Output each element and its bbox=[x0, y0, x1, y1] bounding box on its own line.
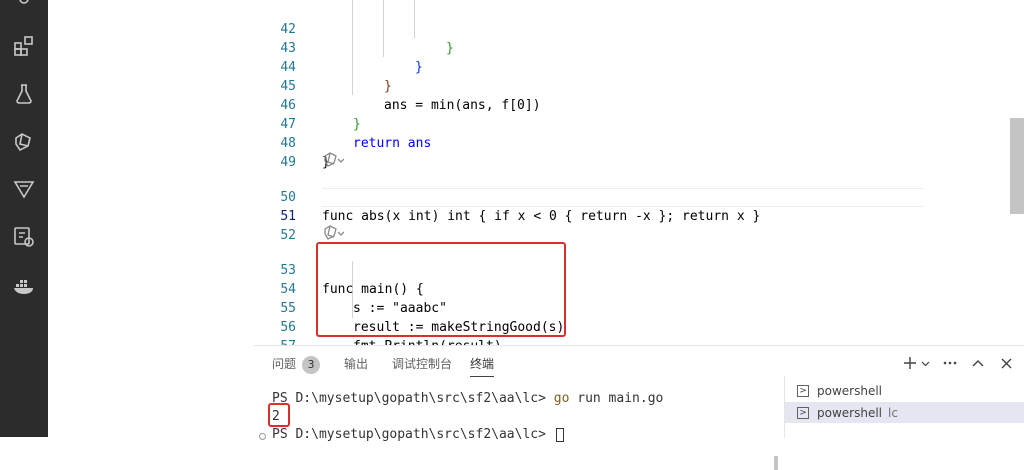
panel-actions bbox=[902, 354, 1014, 372]
editor-scrollbar[interactable] bbox=[1010, 118, 1024, 214]
terminal-prompt: PS D:\mysetup\gopath\src\sf2\aa\lc> bbox=[272, 391, 554, 406]
terminal-list-item[interactable]: > powershell lc bbox=[785, 402, 1024, 423]
code-line: 52 bbox=[254, 207, 934, 243]
main-func-highlight bbox=[316, 242, 566, 337]
code-line: 47 return ans bbox=[254, 96, 934, 151]
activity-bar bbox=[0, 0, 48, 437]
chevron-down-icon[interactable] bbox=[920, 354, 930, 372]
terminal-icon: > bbox=[797, 406, 809, 419]
extensions-icon[interactable] bbox=[10, 32, 38, 60]
terminal-line: PS D:\mysetup\gopath\src\sf2\aa\lc> bbox=[272, 426, 564, 444]
code-line: 42 } bbox=[254, 1, 934, 56]
maximize-icon[interactable] bbox=[970, 354, 986, 372]
code-line: 45 ans = min(ans, f[0]) bbox=[254, 58, 934, 113]
terminal[interactable]: PS D:\mysetup\gopath\src\sf2\aa\lc> go r… bbox=[254, 384, 780, 470]
more-icon[interactable] bbox=[942, 354, 958, 372]
code-line: 50 func abs(x int) int { if x < 0 { retu… bbox=[254, 169, 934, 224]
problems-count-badge: 3 bbox=[302, 356, 321, 374]
deploy-icon[interactable] bbox=[10, 175, 38, 203]
sidebar-area bbox=[48, 0, 254, 437]
tab-terminal[interactable]: 终端 bbox=[470, 354, 495, 377]
terminal-line: PS D:\mysetup\gopath\src\sf2\aa\lc> go r… bbox=[272, 390, 663, 408]
terminal-list: > powershell > powershell lc bbox=[784, 376, 1024, 438]
terminal-command-go: go bbox=[553, 391, 570, 406]
run-debug-icon[interactable] bbox=[322, 225, 344, 241]
close-icon[interactable] bbox=[998, 354, 1014, 372]
terminal-prompt: PS D:\mysetup\gopath\src\sf2\aa\lc> bbox=[272, 427, 554, 442]
debug-icon[interactable] bbox=[10, 0, 38, 14]
tab-problems[interactable]: 问题 3 bbox=[272, 354, 321, 376]
tab-problems-label: 问题 bbox=[272, 357, 297, 371]
output-highlight bbox=[268, 403, 290, 427]
code-line: 48 } bbox=[254, 115, 934, 170]
code-line: 51 bbox=[254, 188, 934, 224]
add-terminal-icon[interactable] bbox=[902, 354, 918, 372]
code-line: 46 } bbox=[254, 77, 934, 132]
testing-icon[interactable] bbox=[10, 80, 38, 108]
tab-debug-console[interactable]: 调试控制台 bbox=[392, 354, 452, 376]
terminal-scrollbar[interactable] bbox=[774, 456, 778, 470]
code-line: 44 } bbox=[254, 39, 934, 94]
remote-icon[interactable] bbox=[10, 128, 38, 156]
code-line: 43 } bbox=[254, 20, 934, 75]
docker-icon[interactable] bbox=[10, 272, 38, 300]
terminal-icon: > bbox=[797, 384, 809, 397]
line-number: 57 bbox=[254, 337, 296, 345]
run-debug-codelens[interactable] bbox=[322, 224, 344, 242]
terminal-name: powershell bbox=[817, 383, 882, 398]
remote-explorer-icon[interactable] bbox=[10, 223, 38, 251]
code-text: fmt.Println(result) bbox=[353, 337, 502, 345]
terminal-list-item[interactable]: > powershell bbox=[785, 380, 1024, 401]
bottom-panel: 问题 3 输出 调试控制台 终端 PS D:\mysetup\gopath\src… bbox=[254, 345, 1024, 470]
terminal-cursor bbox=[555, 427, 564, 442]
tab-output[interactable]: 输出 bbox=[344, 354, 368, 376]
terminal-command-args: run main.go bbox=[569, 391, 664, 406]
run-debug-icon[interactable] bbox=[322, 152, 344, 168]
run-debug-codelens[interactable] bbox=[322, 151, 344, 169]
terminal-name: powershell bbox=[817, 405, 882, 420]
terminal-cwd: lc bbox=[888, 405, 898, 420]
code-line: 49 bbox=[254, 134, 934, 170]
